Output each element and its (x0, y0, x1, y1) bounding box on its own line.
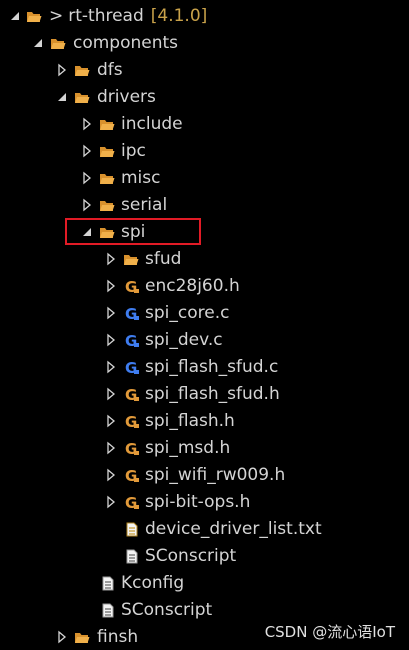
collapsed-toggle-icon[interactable] (104, 252, 118, 266)
tree-row-serial[interactable]: serial (0, 192, 409, 219)
h-header-icon: G (125, 441, 139, 456)
c-source-icon: G (125, 360, 139, 375)
tree-row-device-driver-list[interactable]: device_driver_list.txt (0, 516, 409, 543)
tree-label-dfs: dfs (97, 60, 123, 80)
tree-row-components[interactable]: components (0, 30, 409, 57)
highlight-box (65, 218, 201, 245)
expanded-toggle-icon[interactable] (8, 9, 22, 23)
tree-label-device-driver-list: device_driver_list.txt (145, 519, 322, 539)
tree-row-file[interactable]: G spi_core.c (0, 300, 409, 327)
tree-label-serial: serial (121, 195, 168, 215)
tree-row-file[interactable]: G spi_flash_sfud.c (0, 354, 409, 381)
folder-icon (100, 147, 115, 157)
h-header-icon: G (125, 414, 139, 429)
text-file-icon (126, 522, 138, 537)
tree-row-misc[interactable]: misc (0, 165, 409, 192)
project-explorer-tree: > rt-thread [4.1.0] components dfs drivers… (0, 0, 409, 650)
h-header-icon: G (125, 495, 139, 510)
tree-label-file: spi_flash_sfud.c (145, 357, 279, 377)
tree-label-misc: misc (121, 168, 161, 188)
c-source-icon: G (125, 306, 139, 321)
folder-icon (100, 120, 115, 130)
collapsed-toggle-icon[interactable] (80, 198, 94, 212)
h-header-icon: G (125, 279, 139, 294)
tree-row-spi[interactable]: spi (0, 219, 409, 246)
tree-row-kconfig[interactable]: Kconfig (0, 570, 409, 597)
tree-row-drivers[interactable]: drivers (0, 84, 409, 111)
collapsed-toggle-icon[interactable] (104, 495, 118, 509)
collapsed-toggle-icon[interactable] (104, 333, 118, 347)
tree-row-sfud[interactable]: sfud (0, 246, 409, 273)
tree-row-dfs[interactable]: dfs (0, 57, 409, 84)
document-icon (102, 576, 114, 591)
collapsed-toggle-icon[interactable] (104, 279, 118, 293)
expanded-toggle-icon[interactable] (31, 36, 45, 50)
tree-label-include: include (121, 114, 183, 134)
tree-row-file[interactable]: G spi_flash.h (0, 408, 409, 435)
folder-icon (75, 633, 90, 643)
project-prefix: > (49, 6, 64, 26)
collapsed-toggle-icon[interactable] (80, 117, 94, 131)
tree-row-file[interactable]: G spi_dev.c (0, 327, 409, 354)
collapsed-toggle-icon[interactable] (55, 630, 69, 644)
watermark: CSDN @流心语IoT (264, 623, 395, 641)
collapsed-toggle-icon[interactable] (55, 63, 69, 77)
tree-label-file: enc28j60.h (145, 276, 240, 296)
tree-label-drivers: drivers (97, 87, 156, 107)
tree-row-file[interactable]: G spi_flash_sfud.h (0, 381, 409, 408)
tree-row-file[interactable]: G spi_msd.h (0, 435, 409, 462)
h-header-icon: G (125, 468, 139, 483)
tree-label-components: components (73, 33, 179, 53)
tree-label-rt-thread: > rt-thread [4.1.0] (49, 6, 207, 26)
tree-label-spi-sconscript: SConscript (145, 546, 237, 566)
tree-row-file[interactable]: G enc28j60.h (0, 273, 409, 300)
open-folder-icon (51, 39, 66, 49)
tree-label-file: spi_flash_sfud.h (145, 384, 280, 404)
tree-row-include[interactable]: include (0, 111, 409, 138)
tree-row-spi-sconscript[interactable]: SConscript (0, 543, 409, 570)
expanded-toggle-icon[interactable] (55, 90, 69, 104)
collapsed-toggle-icon[interactable] (104, 441, 118, 455)
folder-icon (100, 201, 115, 211)
tree-label-file: spi_flash.h (145, 411, 235, 431)
collapsed-toggle-icon[interactable] (104, 468, 118, 482)
collapsed-toggle-icon[interactable] (104, 387, 118, 401)
project-version: [4.1.0] (150, 6, 208, 26)
tree-label-file: spi_core.c (145, 303, 230, 323)
tree-row-file[interactable]: G spi_wifi_rw009.h (0, 462, 409, 489)
tree-label-ipc: ipc (121, 141, 146, 161)
open-folder-icon (75, 93, 90, 103)
tree-label-file: spi_wifi_rw009.h (145, 465, 286, 485)
collapsed-toggle-icon[interactable] (104, 306, 118, 320)
folder-icon (124, 255, 139, 265)
tree-row-rt-thread[interactable]: > rt-thread [4.1.0] (0, 3, 409, 30)
collapsed-toggle-icon[interactable] (104, 414, 118, 428)
project-folder-icon (27, 12, 42, 22)
collapsed-toggle-icon[interactable] (104, 360, 118, 374)
tree-row-file[interactable]: G spi-bit-ops.h (0, 489, 409, 516)
tree-label-drivers-sconscript: SConscript (121, 600, 213, 620)
tree-label-sfud: sfud (145, 249, 182, 269)
collapsed-toggle-icon[interactable] (80, 144, 94, 158)
tree-label-finsh: finsh (97, 627, 139, 647)
collapsed-toggle-icon[interactable] (80, 171, 94, 185)
tree-row-drivers-sconscript[interactable]: SConscript (0, 597, 409, 624)
tree-row-ipc[interactable]: ipc (0, 138, 409, 165)
h-header-icon: G (125, 387, 139, 402)
tree-label-file: spi-bit-ops.h (145, 492, 251, 512)
tree-label-kconfig: Kconfig (121, 573, 185, 593)
document-icon (126, 549, 138, 564)
tree-label-file: spi_dev.c (145, 330, 223, 350)
folder-icon (75, 66, 90, 76)
tree-label-file: spi_msd.h (145, 438, 231, 458)
c-source-icon: G (125, 333, 139, 348)
document-icon (102, 603, 114, 618)
folder-icon (100, 174, 115, 184)
project-name: rt-thread (68, 6, 144, 26)
